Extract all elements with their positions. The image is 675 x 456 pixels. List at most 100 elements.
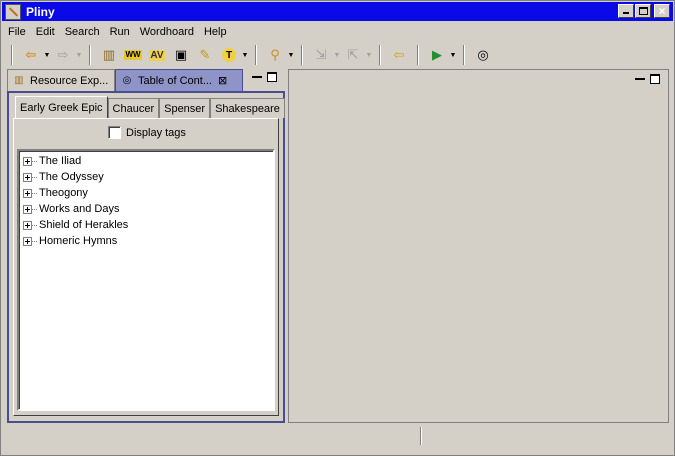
tree-item[interactable]: Shield of Herakles (19, 217, 273, 233)
close-tab-icon[interactable]: ⊠ (218, 74, 227, 87)
expand-icon[interactable] (23, 236, 32, 246)
tree-item-label: Works and Days (39, 203, 120, 215)
maximize-editor-button[interactable] (650, 74, 660, 84)
wand-icon: ⚲ (270, 47, 280, 62)
expand-icon[interactable] (23, 156, 32, 166)
close-button[interactable]: × (654, 4, 670, 18)
tab-label: Table of Cont... (138, 74, 212, 87)
tree-item-label: The Odyssey (39, 171, 104, 183)
close-icon: × (658, 4, 666, 18)
tree-item[interactable]: Homeric Hymns (19, 233, 273, 249)
tree-item-label: Homeric Hymns (39, 235, 118, 247)
expand-icon[interactable] (23, 172, 32, 182)
pliny-app-icon (5, 3, 21, 20)
menu-wordhoard[interactable]: Wordhoard (135, 23, 199, 41)
display-tags-label: Display tags (126, 126, 186, 139)
tab-label: Resource Exp... (30, 74, 109, 87)
pliny-window: Pliny × File Edit Search Run Wordhoard H… (0, 0, 675, 456)
last-edit-button[interactable]: ⇦ (389, 45, 409, 65)
toolbar-separator (463, 45, 465, 65)
previous-annotation-dropdown[interactable]: ▼ (365, 45, 373, 65)
window-title: Pliny (26, 4, 55, 19)
ww-button[interactable]: WW (123, 45, 143, 65)
display-tags-option[interactable]: Display tags (108, 126, 186, 139)
forward-button[interactable]: ⇨ (53, 45, 73, 65)
next-annotation-dropdown[interactable]: ▼ (333, 45, 341, 65)
view-tabs: ▥ Resource Exp... ◎ Table of Cont... ⊠ (7, 69, 285, 91)
expand-icon[interactable] (23, 220, 32, 230)
globe-button[interactable]: ◎ (473, 45, 493, 65)
contents-tree: The Iliad The Odyssey Theogony Works and… (17, 149, 275, 411)
t-icon: T (222, 48, 236, 62)
collection-panel: Display tags The Iliad The Odyssey Theog… (13, 118, 279, 416)
view-controls (252, 72, 277, 82)
editor-area (288, 69, 669, 423)
tree-item[interactable]: Works and Days (19, 201, 273, 217)
t-dropdown[interactable]: ▼ (241, 45, 249, 65)
last-edit-icon: ⇦ (393, 47, 405, 62)
toolbar-separator (301, 45, 303, 65)
display-tags-checkbox[interactable] (108, 126, 121, 139)
next-annotation-icon: ⇲ (315, 47, 327, 62)
globe-icon: ◎ (122, 75, 132, 86)
tree-item-label: Theogony (39, 187, 88, 199)
tab-spenser[interactable]: Spenser (159, 98, 211, 118)
wand-dropdown[interactable]: ▼ (287, 45, 295, 65)
previous-annotation-button[interactable]: ⇱ (343, 45, 363, 65)
back-arrow-icon: ⇦ (25, 47, 37, 62)
pen-icon: ✎ (199, 47, 211, 62)
maximize-view-button[interactable] (267, 72, 277, 82)
back-button[interactable]: ⇦ (21, 45, 41, 65)
tab-resource-explorer[interactable]: ▥ Resource Exp... (7, 69, 115, 91)
tree-item-label: Shield of Herakles (39, 219, 129, 231)
run-button[interactable]: ▶ (427, 45, 447, 65)
ww-icon: WW (124, 50, 142, 60)
menu-bar: File Edit Search Run Wordhoard Help (3, 23, 232, 41)
toolbar-separator (89, 45, 91, 65)
expand-icon[interactable] (23, 188, 32, 198)
title-bar[interactable]: Pliny × (2, 2, 673, 21)
expand-icon[interactable] (23, 204, 32, 214)
minimize-view-button[interactable] (252, 68, 262, 78)
run-icon: ▶ (432, 47, 442, 62)
tab-shakespeare[interactable]: Shakespeare (210, 98, 285, 118)
tree-item-label: The Iliad (39, 155, 82, 167)
menu-search[interactable]: Search (60, 23, 105, 41)
t-button[interactable]: T (219, 45, 239, 65)
run-dropdown[interactable]: ▼ (449, 45, 457, 65)
resource-explorer-icon: ▥ (14, 75, 24, 86)
editor-controls (635, 74, 660, 84)
view-body: Early Greek Epic Chaucer Spenser Shakesp… (7, 91, 285, 423)
tree-item[interactable]: The Iliad (19, 153, 273, 169)
minimize-button[interactable] (618, 4, 634, 18)
menu-file[interactable]: File (3, 23, 31, 41)
forward-dropdown[interactable]: ▼ (75, 45, 83, 65)
tree-item[interactable]: The Odyssey (19, 169, 273, 185)
tab-table-of-contents[interactable]: ◎ Table of Cont... ⊠ (115, 69, 243, 91)
document-button[interactable]: ▥ (99, 45, 119, 65)
tree-item[interactable]: Theogony (19, 185, 273, 201)
menu-help[interactable]: Help (199, 23, 232, 41)
av-button[interactable]: AV (147, 45, 167, 65)
maximize-button[interactable] (635, 4, 651, 18)
av-icon: AV (149, 49, 165, 61)
menu-run[interactable]: Run (105, 23, 135, 41)
status-separator (420, 427, 422, 445)
toolbar-separator (255, 45, 257, 65)
pen-button[interactable]: ✎ (195, 45, 215, 65)
window-icon: ▣ (174, 47, 188, 62)
minimize-icon (623, 12, 629, 14)
tab-early-greek-epic[interactable]: Early Greek Epic (15, 96, 108, 118)
window-button[interactable]: ▣ (171, 45, 191, 65)
next-annotation-button[interactable]: ⇲ (311, 45, 331, 65)
forward-arrow-icon: ⇨ (57, 47, 69, 62)
toolbar-separator (11, 45, 13, 65)
main-toolbar: ⇦ ▼ ⇨ ▼ ▥ WW AV ▣ ✎ T ▼ ⚲ ▼ ⇲ ▼ ⇱ ▼ ⇦ ▶ … (5, 43, 671, 67)
tab-chaucer[interactable]: Chaucer (107, 98, 160, 118)
minimize-editor-button[interactable] (635, 70, 645, 80)
maximize-icon (639, 7, 648, 15)
status-bar (3, 427, 672, 453)
back-dropdown[interactable]: ▼ (43, 45, 51, 65)
wand-button[interactable]: ⚲ (265, 45, 285, 65)
menu-edit[interactable]: Edit (31, 23, 60, 41)
